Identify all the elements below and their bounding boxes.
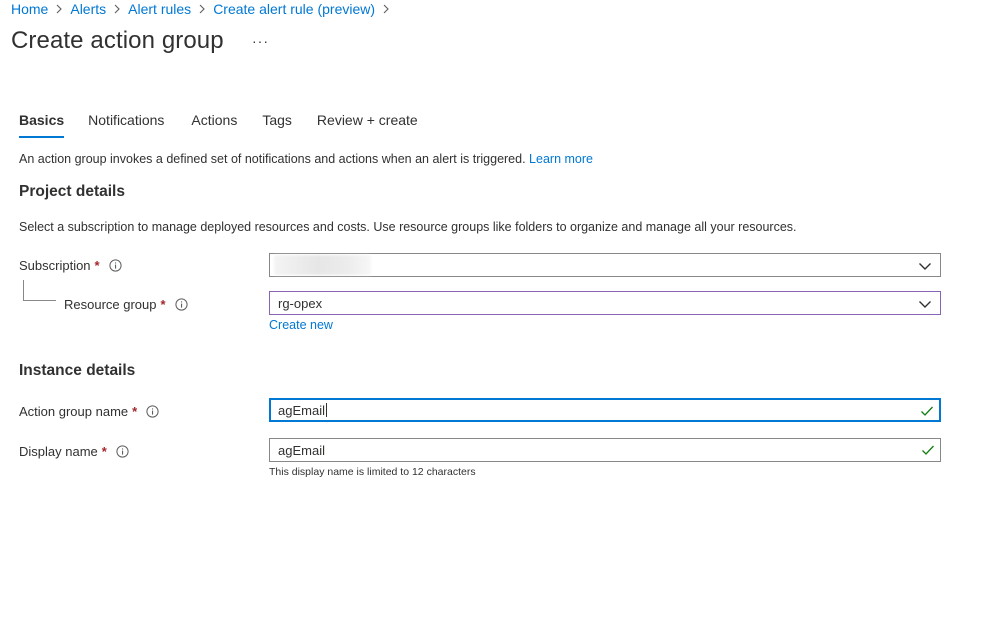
chevron-down-icon	[918, 259, 932, 274]
checkmark-icon	[921, 444, 935, 459]
resource-group-label-text: Resource group	[64, 296, 157, 312]
chevron-down-icon	[918, 297, 932, 312]
info-icon[interactable]	[174, 297, 188, 311]
tab-actions[interactable]: Actions	[191, 112, 237, 138]
subscription-label-text: Subscription	[19, 257, 91, 273]
tab-bar: Basics Notifications Actions Tags Review…	[19, 112, 418, 138]
breadcrumb-create-alert-rule[interactable]: Create alert rule (preview)	[213, 1, 375, 17]
info-icon[interactable]	[146, 404, 159, 418]
subscription-dropdown[interactable]	[269, 253, 941, 277]
intro-description: An action group invokes a defined set of…	[19, 152, 526, 166]
display-name-label-text: Display name	[19, 443, 98, 459]
info-icon[interactable]	[116, 444, 129, 458]
required-marker: *	[101, 443, 107, 459]
chevron-right-icon	[378, 4, 394, 14]
learn-more-link[interactable]: Learn more	[529, 152, 593, 166]
action-group-name-value: agEmail	[278, 402, 325, 418]
display-name-value: agEmail	[278, 442, 325, 458]
display-name-input[interactable]: agEmail	[269, 438, 941, 462]
page-title: Create action group	[11, 27, 224, 54]
tab-review-create[interactable]: Review + create	[317, 112, 418, 138]
tab-basics[interactable]: Basics	[19, 112, 65, 138]
create-new-link[interactable]: Create new	[269, 318, 333, 332]
chevron-right-icon	[109, 4, 125, 14]
breadcrumb-alert-rules[interactable]: Alert rules	[128, 1, 191, 17]
tab-notifications[interactable]: Notifications	[88, 112, 164, 138]
required-marker: *	[94, 257, 100, 273]
more-options-button[interactable]: ···	[252, 33, 269, 49]
action-group-name-label-text: Action group name	[19, 403, 129, 419]
breadcrumb: Home Alerts Alert rules Create alert rul…	[11, 0, 397, 18]
resource-group-dropdown[interactable]: rg-opex	[269, 291, 941, 315]
display-name-hint: This display name is limited to 12 chara…	[269, 466, 476, 478]
text-cursor	[325, 403, 327, 417]
subscription-value-redacted	[274, 255, 371, 275]
action-group-name-input[interactable]: agEmail	[269, 398, 941, 422]
tab-tags[interactable]: Tags	[262, 112, 292, 138]
breadcrumb-alerts[interactable]: Alerts	[70, 1, 106, 17]
info-icon[interactable]	[109, 258, 122, 272]
chevron-right-icon	[51, 4, 67, 14]
instance-details-heading: Instance details	[19, 362, 136, 379]
project-details-description: Select a subscription to manage deployed…	[19, 220, 797, 234]
required-marker: *	[132, 403, 138, 419]
required-marker: *	[160, 296, 166, 312]
project-details-heading: Project details	[19, 183, 125, 200]
breadcrumb-home[interactable]: Home	[11, 1, 48, 17]
chevron-right-icon	[194, 4, 210, 14]
checkmark-icon	[920, 405, 934, 420]
tree-connector	[23, 280, 56, 301]
resource-group-value: rg-opex	[278, 295, 323, 311]
resource-group-label: Resource group *	[64, 295, 188, 313]
subscription-label: Subscription *	[19, 256, 122, 274]
intro-text: An action group invokes a defined set of…	[19, 152, 593, 166]
action-group-name-label: Action group name *	[19, 402, 159, 420]
display-name-label: Display name *	[19, 442, 129, 460]
